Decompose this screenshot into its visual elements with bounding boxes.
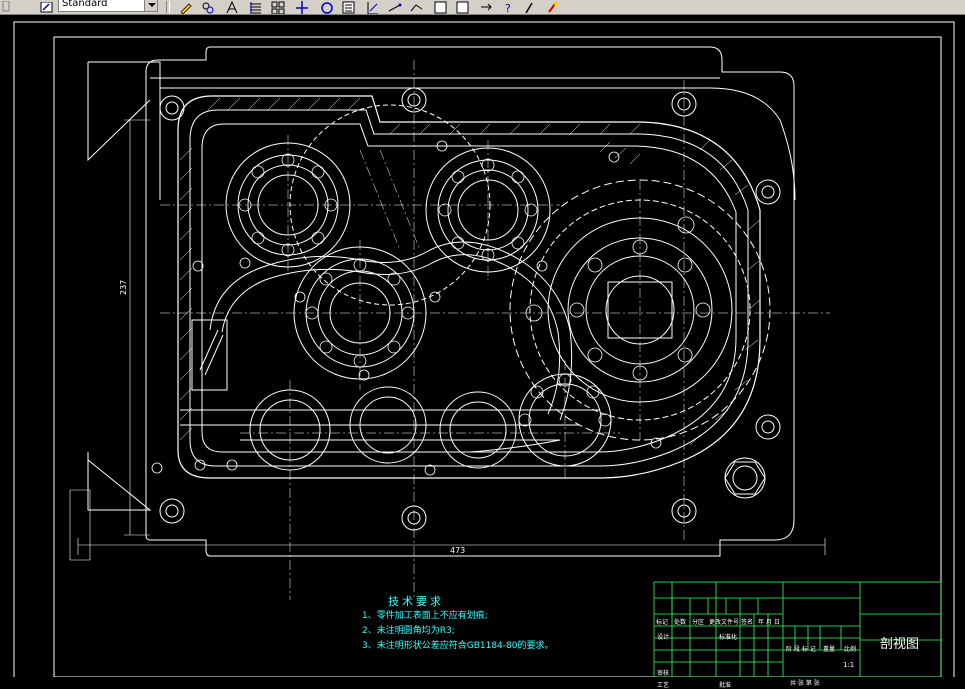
oil-channel <box>180 241 600 453</box>
scale-value: 1:1 <box>843 661 855 669</box>
title-block-grid <box>653 581 942 678</box>
chevron-down-icon[interactable] <box>144 0 158 12</box>
dimension-icon[interactable] <box>225 0 238 14</box>
tb-sheet-label: 共 张 第 张 <box>790 680 820 687</box>
toolbar-separator <box>166 1 170 13</box>
drawing-canvas[interactable]: 237 473 技术要求 1、零件加工表面上不应有划痕; 2、未注明圆角均为R3… <box>0 15 965 689</box>
tb-left-cell: 审核 <box>657 670 670 677</box>
ruler-icon[interactable] <box>366 0 379 14</box>
paint-icon[interactable] <box>546 0 559 13</box>
cad-drawing: 237 473 <box>13 21 955 681</box>
hatch-icon[interactable] <box>249 0 262 14</box>
tb-header-cell: 标记 <box>656 619 669 626</box>
notes-title: 技术要求 <box>388 595 444 608</box>
text-style-select[interactable]: Standard <box>58 0 154 12</box>
note-item: 2、未注明圆角均为R3; <box>362 626 455 636</box>
line-icon[interactable] <box>388 0 402 13</box>
sheet-border <box>13 21 955 681</box>
tb-scale-label: 比例 <box>844 646 857 653</box>
snap-icon[interactable] <box>201 0 214 14</box>
drawing-title: 剖视图 <box>880 637 920 652</box>
tb-left-cell: 工艺 <box>657 682 670 689</box>
tool-icon[interactable] <box>522 0 535 14</box>
circle-icon[interactable] <box>320 0 333 14</box>
bearings <box>225 104 771 471</box>
block-icon[interactable] <box>342 0 355 14</box>
tb-mid-cell: 批准 <box>719 682 732 689</box>
height-dimension: 237 <box>119 280 128 295</box>
grid-icon[interactable] <box>271 0 285 14</box>
frame-border <box>53 36 942 678</box>
pencil-icon[interactable] <box>179 0 192 14</box>
help-icon[interactable]: ? <box>502 0 515 15</box>
move-icon[interactable] <box>295 0 308 14</box>
tb-stage-label: 阶 段 标 记 <box>786 646 816 653</box>
bearing-balls <box>238 153 711 427</box>
svg-text:?: ? <box>505 2 511 15</box>
tb-header-cell: 签名 <box>741 619 754 626</box>
tb-mid-cell: 标准化 <box>719 634 738 641</box>
tb-left-cell: 设计 <box>657 634 670 641</box>
tb-weight-label: 重量 <box>823 646 836 653</box>
housing <box>87 46 796 557</box>
tb-header-cell: 分区 <box>692 619 705 626</box>
technical-notes: 1、零件加工表面上不应有划痕; 2、未注明圆角均为R3; 3、未注明形状公差应符… <box>362 609 553 654</box>
toolbar: Standard ? <box>0 0 965 15</box>
dimension-lines <box>69 119 826 561</box>
tb-header-cell: 处数 <box>674 619 687 626</box>
width-dimension: 473 <box>450 546 465 555</box>
tb-header-cell: 更改文件号 <box>709 619 740 626</box>
note-item: 1、零件加工表面上不应有划痕; <box>362 611 488 621</box>
rectangle-icon[interactable] <box>434 0 447 14</box>
polyline-icon[interactable] <box>410 0 423 13</box>
note-item: 3、未注明形状公差应符合GB1184-80的要求。 <box>362 641 554 651</box>
tb-header-cell: 年 月 日 <box>758 619 780 626</box>
arrow-icon[interactable] <box>480 0 493 13</box>
text-style-icon[interactable] <box>40 0 53 13</box>
square-icon[interactable] <box>456 0 469 14</box>
menu-grip <box>2 0 15 13</box>
